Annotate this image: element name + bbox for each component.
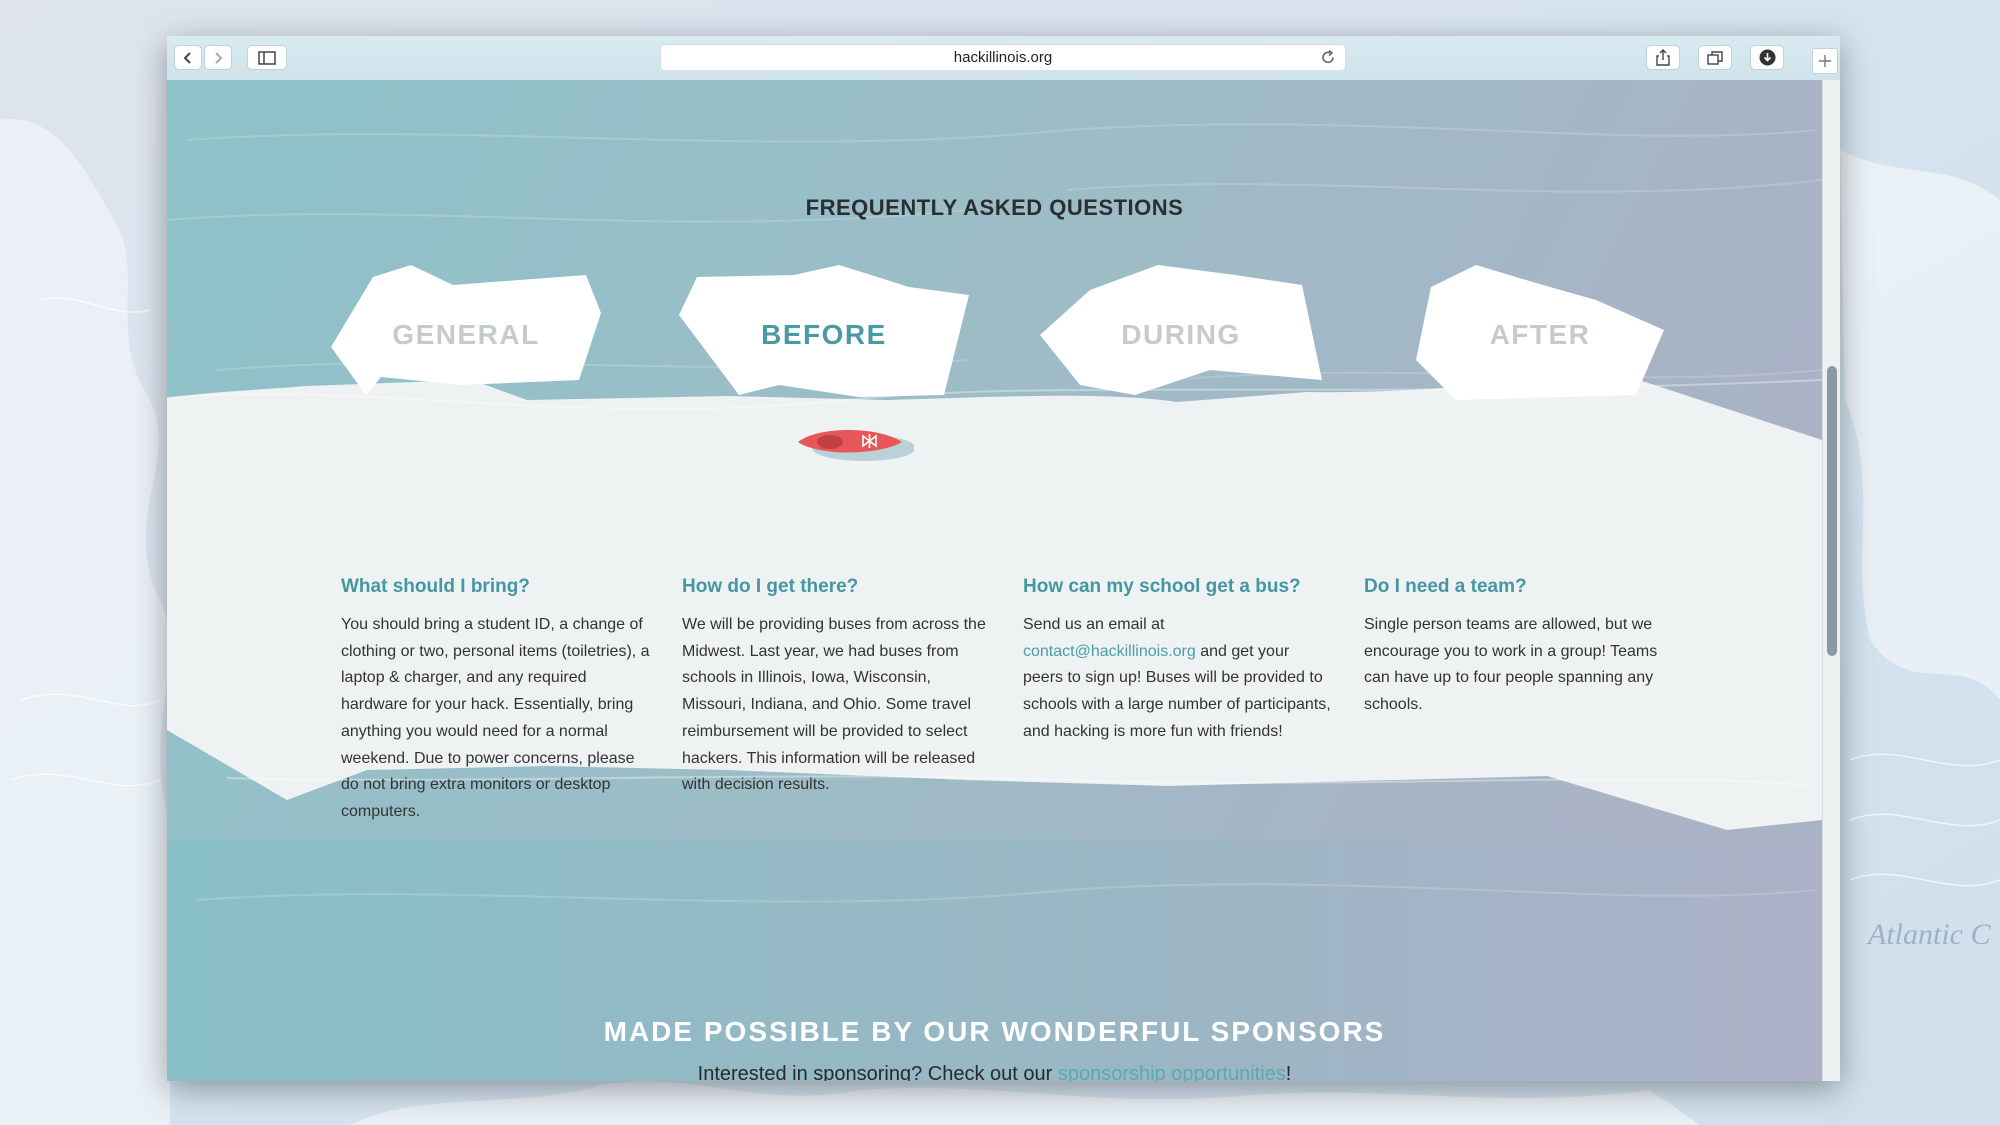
chevron-right-icon xyxy=(215,51,223,64)
tabs-button[interactable] xyxy=(1698,45,1732,70)
faq-item-bring: What should I bring? You should bring a … xyxy=(341,576,651,826)
downloads-button[interactable] xyxy=(1750,45,1784,70)
sidebar-button[interactable] xyxy=(247,45,287,70)
faq-question: How can my school get a bus? xyxy=(1023,576,1301,597)
sponsorship-opportunities-link[interactable]: sponsorship opportunities xyxy=(1058,1063,1286,1081)
faq-item-get-there: How do I get there? We will be providing… xyxy=(682,576,992,799)
share-icon xyxy=(1656,49,1670,66)
tab-before[interactable]: BEFORE xyxy=(679,265,969,405)
kayak-tab-indicator-icon xyxy=(798,430,914,461)
reload-icon[interactable] xyxy=(1320,49,1337,66)
faq-question: Do I need a team? xyxy=(1364,576,1527,597)
browser-toolbar: hackillinois.org xyxy=(167,36,1840,81)
chevron-left-icon xyxy=(183,51,191,64)
contact-email-link[interactable]: contact@hackillinois.org xyxy=(1023,643,1196,660)
sidebar-icon xyxy=(258,50,276,65)
tab-before-label: BEFORE xyxy=(761,319,887,350)
faq-answer: You should bring a student ID, a change … xyxy=(341,616,650,820)
page-viewport: FREQUENTLY ASKED QUESTIONS GENERAL BEFOR… xyxy=(167,80,1822,1081)
map-label: Atlantic C xyxy=(1868,918,1991,951)
forward-button[interactable] xyxy=(204,45,232,70)
tab-during-label: DURING xyxy=(1121,319,1241,350)
faq-question: How do I get there? xyxy=(682,576,859,597)
faq-answer: Send us an email at contact@hackillinois… xyxy=(1023,612,1333,746)
faq-question: What should I bring? xyxy=(341,576,530,597)
faq-heading: FREQUENTLY ASKED QUESTIONS xyxy=(805,195,1184,220)
faq-item-team: Do I need a team? Single person teams ar… xyxy=(1364,576,1674,719)
tab-during[interactable]: DURING xyxy=(1040,265,1322,405)
tab-after[interactable]: AFTER xyxy=(1416,265,1664,405)
url-text: hackillinois.org xyxy=(953,49,1053,66)
faq-answer-text: Send us an email at xyxy=(1023,616,1165,633)
sponsors-text-after: ! xyxy=(1285,1063,1292,1081)
plus-icon xyxy=(1819,55,1831,67)
sponsors-heading: MADE POSSIBLE BY OUR WONDERFUL SPONSORS xyxy=(603,1016,1386,1047)
tab-after-label: AFTER xyxy=(1489,319,1591,350)
faq-answer: Single person teams are allowed, but we … xyxy=(1364,616,1658,714)
share-button[interactable] xyxy=(1646,45,1680,70)
faq-answer: We will be providing buses from across t… xyxy=(682,616,986,794)
faq-item-bus: How can my school get a bus? Send us an … xyxy=(1023,576,1333,746)
back-button[interactable] xyxy=(174,45,202,70)
address-bar[interactable]: hackillinois.org xyxy=(660,44,1346,71)
new-tab-button[interactable] xyxy=(1812,48,1838,74)
sponsors-text-before: Interested in sponsoring? Check out our xyxy=(697,1063,1058,1081)
tab-general-label: GENERAL xyxy=(392,319,540,350)
download-icon xyxy=(1759,49,1775,66)
tab-general[interactable]: GENERAL xyxy=(331,265,601,405)
sponsors-text: Interested in sponsoring? Check out our … xyxy=(167,1063,1822,1081)
tabs-icon xyxy=(1707,50,1723,65)
browser-window: hackillinois.org FREQUENTLY ASKED QUESTI… xyxy=(167,36,1840,1081)
scrollbar-thumb[interactable] xyxy=(1827,366,1837,656)
